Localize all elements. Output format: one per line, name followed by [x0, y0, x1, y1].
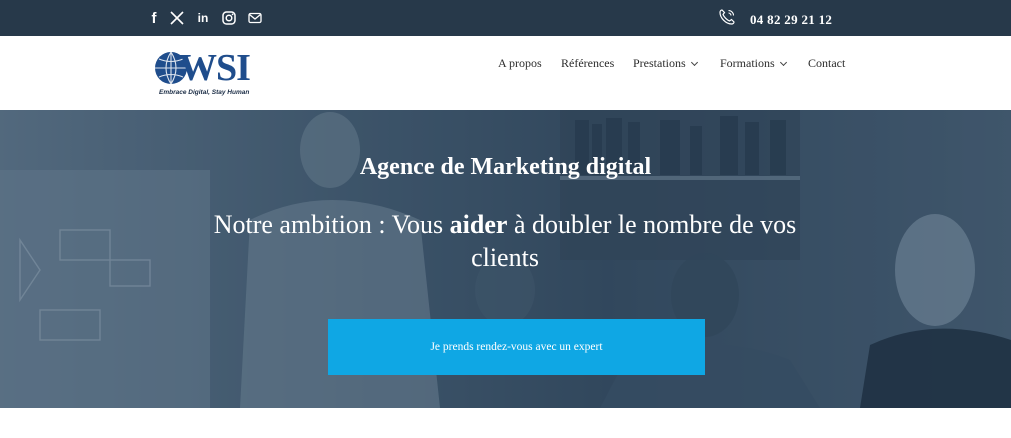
nav-item-label: Formations	[720, 56, 775, 70]
nav-item-contact[interactable]: Contact	[808, 56, 845, 71]
email-icon[interactable]	[248, 9, 262, 27]
social-links: f in	[150, 9, 262, 27]
nav-item-label: Références	[561, 56, 615, 70]
x-twitter-glyph	[170, 11, 184, 25]
facebook-icon[interactable]: f	[150, 9, 158, 27]
linkedin-icon[interactable]: in	[196, 9, 210, 27]
book-appointment-button[interactable]: Je prends rendez-vous avec un expert	[328, 319, 705, 375]
nav-item-label: Contact	[808, 56, 846, 70]
email-glyph	[248, 12, 262, 24]
phone-icon	[718, 8, 736, 31]
nav-item-formations[interactable]: Formations	[720, 56, 787, 71]
chevron-down-icon	[779, 58, 787, 66]
logo-tagline: Embrace Digital, Stay Human	[159, 89, 250, 96]
nav-item-a-propos[interactable]: A propos	[498, 56, 542, 71]
nav-item-prestations[interactable]: Prestations	[633, 56, 698, 71]
nav-item-label: Prestations	[633, 56, 686, 70]
phone-contact[interactable]: 04 82 29 21 12	[718, 8, 832, 31]
top-bar: f in 04 82 29 21 12	[0, 0, 1011, 36]
subtitle-highlight: aider	[449, 210, 508, 239]
phone-number[interactable]: 04 82 29 21 12	[750, 12, 832, 28]
hero-subtitle: Notre ambition : Vous aider à doubler le…	[205, 208, 805, 274]
hero-title: Agence de Marketing digital	[359, 154, 652, 180]
chevron-down-icon	[690, 58, 698, 66]
hero-banner: Agence de Marketing digital Notre ambiti…	[0, 110, 1011, 408]
subtitle-part: Notre ambition : Vous	[213, 210, 450, 239]
main-nav: A propos Références Prestations Formatio…	[0, 56, 1011, 72]
wsi-logo[interactable]: WSI Embrace Digital, Stay Human	[153, 46, 258, 102]
instagram-icon[interactable]	[222, 9, 236, 27]
phone-glyph	[719, 9, 735, 25]
instagram-glyph	[222, 11, 236, 25]
x-twitter-icon[interactable]	[170, 9, 184, 27]
site-header: WSI Embrace Digital, Stay Human A propos…	[0, 36, 1011, 110]
nav-item-label: A propos	[498, 56, 542, 70]
nav-item-references[interactable]: Références	[561, 56, 614, 71]
subtitle-part: à doubler le nombre de vos clients	[471, 210, 797, 272]
